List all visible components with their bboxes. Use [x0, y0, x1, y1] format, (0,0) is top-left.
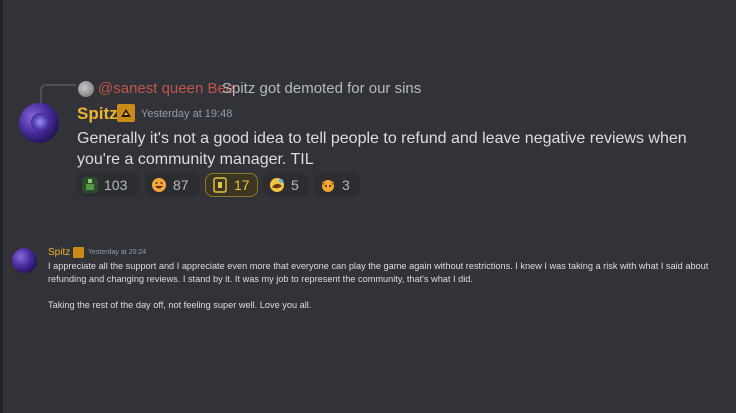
role-badge-icon	[73, 247, 84, 258]
avatar[interactable]	[12, 248, 37, 273]
message-timestamp[interactable]: Yesterday at 20:24	[88, 249, 146, 256]
reply-username[interactable]: @sanest queen Bee	[98, 80, 234, 97]
reply-preview-text[interactable]: Spitz got demoted for our sins	[222, 80, 421, 97]
role-badge-icon	[117, 104, 135, 122]
rolling-laugh-emoji-icon	[269, 177, 285, 193]
reaction-button[interactable]: 3	[314, 173, 360, 197]
author-name[interactable]: Spitz	[77, 104, 118, 124]
reply-connector	[40, 84, 76, 104]
author-name[interactable]: Spitz	[48, 247, 70, 258]
message-content: I appreciate all the support and I appre…	[48, 260, 734, 312]
message-content: Generally it's not a good idea to tell p…	[77, 130, 687, 168]
reaction-count: 87	[173, 177, 189, 193]
reply-avatar[interactable]	[78, 81, 94, 97]
reaction-button[interactable]: 5	[263, 173, 309, 197]
yellow-frame-emoji-icon	[212, 177, 228, 193]
message-paragraph: I appreciate all the support and I appre…	[48, 261, 709, 284]
reaction-count: 3	[342, 177, 350, 193]
message-paragraph: Taking the rest of the day off, not feel…	[48, 300, 312, 310]
green-figure-emoji-icon	[82, 177, 98, 193]
reaction-count: 17	[234, 177, 250, 193]
reaction-count: 103	[104, 177, 128, 193]
avatar[interactable]	[19, 103, 59, 143]
message-timestamp[interactable]: Yesterday at 19:48	[141, 108, 232, 120]
reaction-button-active[interactable]: 17	[205, 173, 258, 197]
dog-emoji-icon	[320, 177, 336, 193]
laughing-face-emoji-icon	[151, 177, 167, 193]
reaction-button[interactable]: 87	[145, 173, 200, 197]
window-edge	[0, 0, 3, 413]
reaction-count: 5	[291, 177, 299, 193]
reaction-button[interactable]: 103	[76, 173, 140, 197]
